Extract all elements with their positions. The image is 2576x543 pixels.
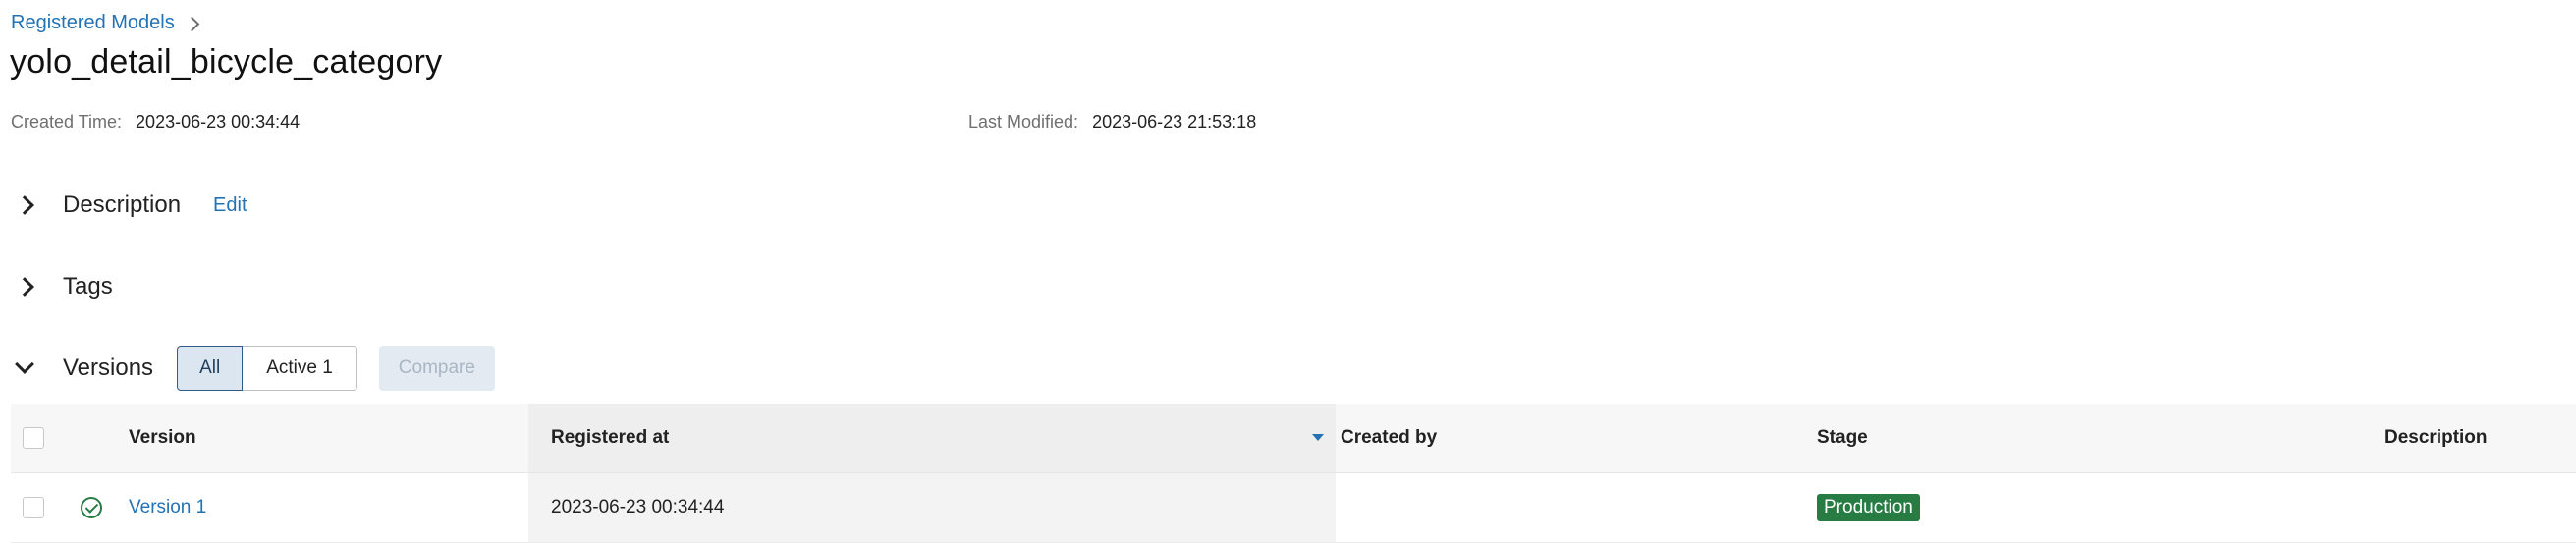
chevron-down-icon[interactable]: [15, 354, 34, 374]
column-header-registered-at[interactable]: Registered at: [528, 404, 1336, 472]
last-modified: Last Modified: 2023-06-23 21:53:18: [968, 112, 1256, 133]
last-modified-label: Last Modified:: [968, 112, 1079, 132]
versions-table: Version Registered at Created by Stage D…: [11, 404, 2576, 543]
select-all-checkbox[interactable]: [23, 427, 44, 449]
stage-cell: Production: [1817, 473, 1920, 542]
sort-descending-icon[interactable]: [1312, 434, 1324, 441]
table-header-row: Version Registered at Created by Stage D…: [11, 404, 2576, 473]
row-select-cell: [23, 473, 44, 542]
chevron-right-icon[interactable]: [15, 277, 34, 297]
breadcrumb: Registered Models: [11, 12, 200, 34]
column-header-stage[interactable]: Stage: [1817, 404, 1868, 472]
table-row: Version 1 2023-06-23 00:34:44 Production: [11, 473, 2576, 543]
column-header-description[interactable]: Description: [2384, 404, 2488, 472]
chevron-right-icon: [184, 16, 200, 31]
version-link[interactable]: Version 1: [129, 497, 206, 518]
version-status-cell: [81, 473, 102, 542]
version-cell: Version 1: [129, 473, 206, 542]
breadcrumb-registered-models-link[interactable]: Registered Models: [11, 12, 175, 34]
created-time-label: Created Time:: [11, 112, 123, 132]
versions-section-header: Versions All Active 1 Compare: [15, 346, 495, 391]
versions-section-title[interactable]: Versions: [63, 354, 153, 382]
compare-button[interactable]: Compare: [378, 346, 495, 391]
edit-description-link[interactable]: Edit: [213, 194, 247, 217]
description-section-header[interactable]: Description Edit: [15, 191, 247, 219]
stage-badge: Production: [1817, 494, 1920, 521]
created-time: Created Time: 2023-06-23 00:34:44: [11, 112, 300, 133]
chevron-right-icon[interactable]: [15, 195, 34, 215]
check-circle-icon: [81, 497, 102, 518]
column-header-version[interactable]: Version: [129, 404, 196, 472]
filter-all-button[interactable]: All: [177, 346, 244, 391]
filter-active-button[interactable]: Active 1: [243, 346, 357, 391]
page-title: yolo_detail_bicycle_category: [10, 43, 443, 81]
last-modified-value: 2023-06-23 21:53:18: [1092, 112, 1257, 132]
select-all-cell: [23, 404, 44, 472]
tags-section-title[interactable]: Tags: [63, 273, 113, 300]
description-section-title[interactable]: Description: [63, 191, 181, 219]
versions-filter-toggle: All Active 1: [177, 346, 357, 391]
column-header-created-by[interactable]: Created by: [1341, 404, 1437, 472]
row-select-checkbox[interactable]: [23, 497, 44, 518]
registered-at-cell: 2023-06-23 00:34:44: [528, 473, 1336, 542]
tags-section-header[interactable]: Tags: [15, 273, 113, 300]
created-time-value: 2023-06-23 00:34:44: [136, 112, 301, 132]
column-header-registered-at-label[interactable]: Registered at: [551, 427, 669, 449]
